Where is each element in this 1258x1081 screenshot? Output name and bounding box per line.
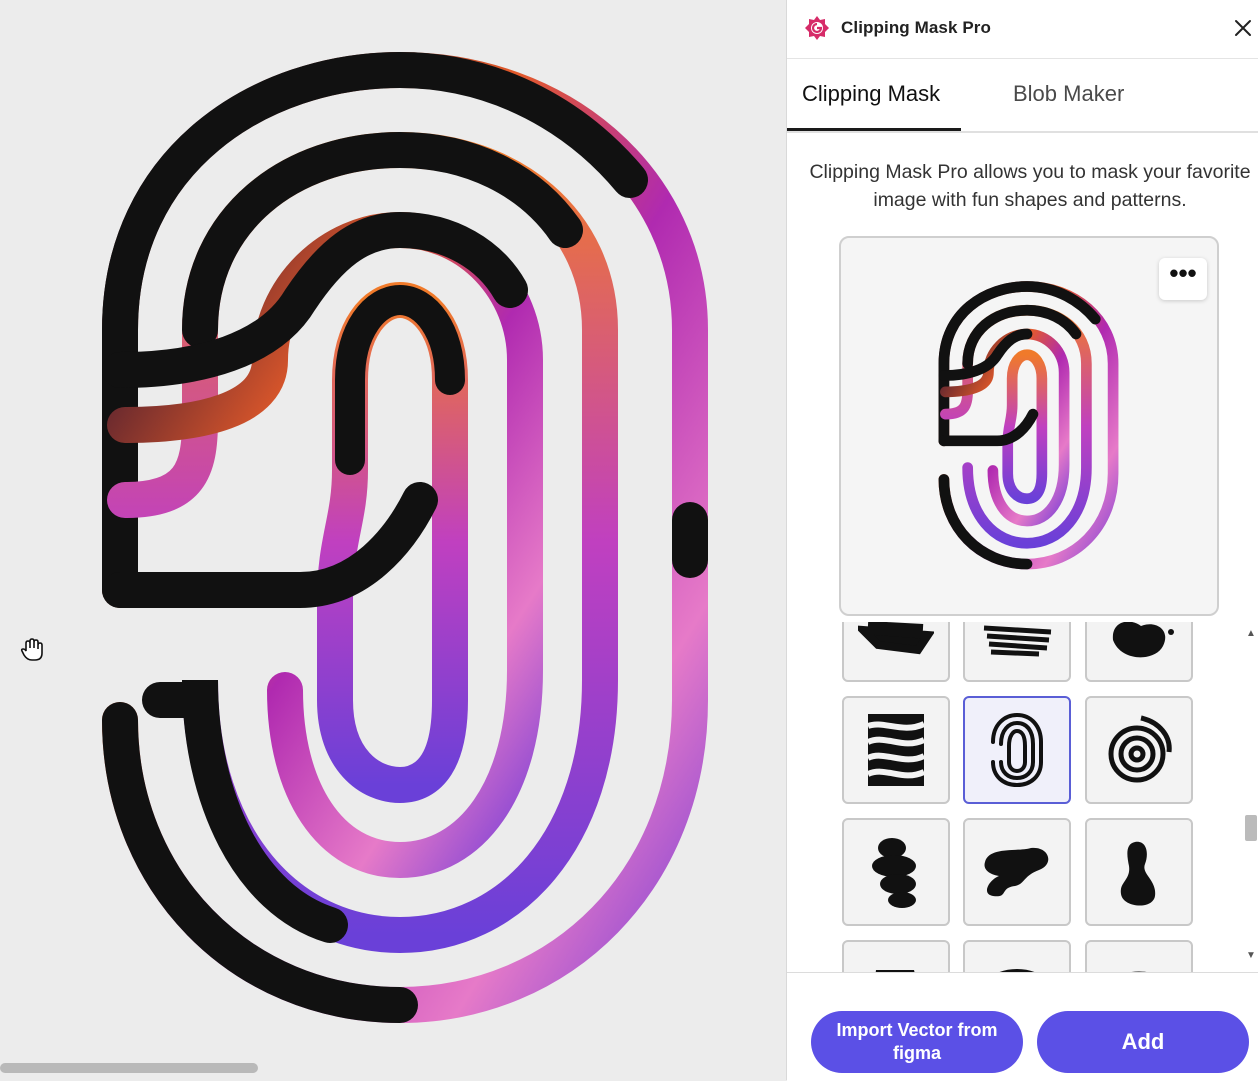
mask-preview: ••• bbox=[839, 236, 1219, 616]
shape-brush-scribble[interactable] bbox=[963, 622, 1071, 682]
scroll-up-arrow-icon[interactable]: ▲ bbox=[1245, 628, 1257, 642]
brush-stroke-icon bbox=[858, 622, 934, 655]
arc-shape-icon bbox=[1000, 969, 1034, 972]
spiral-swirl-icon bbox=[1108, 715, 1172, 783]
shape-list-scrollbar[interactable]: ▲ ▼ bbox=[1245, 628, 1257, 968]
blob-splat-icon bbox=[1112, 622, 1174, 658]
shape-blob[interactable] bbox=[842, 940, 950, 972]
design-canvas[interactable] bbox=[0, 0, 786, 1080]
wavy-blob-icon bbox=[984, 847, 1049, 897]
brush-scribble-icon bbox=[983, 625, 1052, 657]
tab-clipping-mask[interactable]: Clipping Mask bbox=[802, 81, 940, 107]
more-options-button[interactable]: ••• bbox=[1159, 258, 1207, 300]
clipping-mask-pro-logo-icon bbox=[805, 16, 829, 40]
bean-blob-icon bbox=[1120, 841, 1156, 906]
shape-zebra-stripes[interactable] bbox=[842, 696, 950, 804]
shape-bean-blob[interactable] bbox=[1085, 818, 1193, 926]
import-vector-button[interactable]: Import Vector from figma bbox=[811, 1011, 1023, 1073]
shape-blob-splat[interactable] bbox=[1085, 622, 1193, 682]
shape-fingerprint[interactable] bbox=[963, 696, 1071, 804]
shape-wavy-blob[interactable] bbox=[963, 818, 1071, 926]
panel-footer: Import Vector from figma Add bbox=[787, 972, 1258, 1081]
shape-arc-2[interactable] bbox=[1085, 940, 1193, 972]
plugin-panel: Clipping Mask Pro Clipping Mask Blob Mak… bbox=[786, 0, 1258, 1081]
shape-brush-stroke[interactable] bbox=[842, 622, 950, 682]
panel-header: Clipping Mask Pro bbox=[787, 0, 1258, 59]
hand-cursor-icon bbox=[20, 638, 43, 661]
shape-library-grid bbox=[787, 622, 1258, 972]
add-button[interactable]: Add bbox=[1037, 1011, 1249, 1073]
shape-arc[interactable] bbox=[963, 940, 1071, 972]
arc-shape-icon bbox=[1132, 971, 1146, 972]
scroll-down-arrow-icon[interactable]: ▼ bbox=[1245, 950, 1257, 964]
zebra-stripes-icon bbox=[866, 714, 926, 786]
close-icon[interactable] bbox=[1231, 16, 1255, 40]
blob-shape-icon bbox=[875, 970, 915, 972]
active-tab-indicator bbox=[787, 128, 961, 131]
canvas-horizontal-scrollbar[interactable] bbox=[0, 1063, 258, 1073]
tab-blob-maker[interactable]: Blob Maker bbox=[1013, 81, 1124, 107]
stacked-stones-icon bbox=[872, 838, 916, 908]
plugin-description: Clipping Mask Pro allows you to mask you… bbox=[809, 161, 1251, 211]
shape-stacked-stones[interactable] bbox=[842, 818, 950, 926]
fingerprint-icon bbox=[991, 712, 1043, 788]
plugin-title: Clipping Mask Pro bbox=[841, 18, 991, 37]
masked-fingerprint-artwork[interactable] bbox=[0, 0, 786, 1080]
scroll-thumb[interactable] bbox=[1245, 815, 1257, 841]
tab-bar: Clipping Mask Blob Maker bbox=[787, 59, 1258, 133]
shape-spiral-swirl[interactable] bbox=[1085, 696, 1193, 804]
